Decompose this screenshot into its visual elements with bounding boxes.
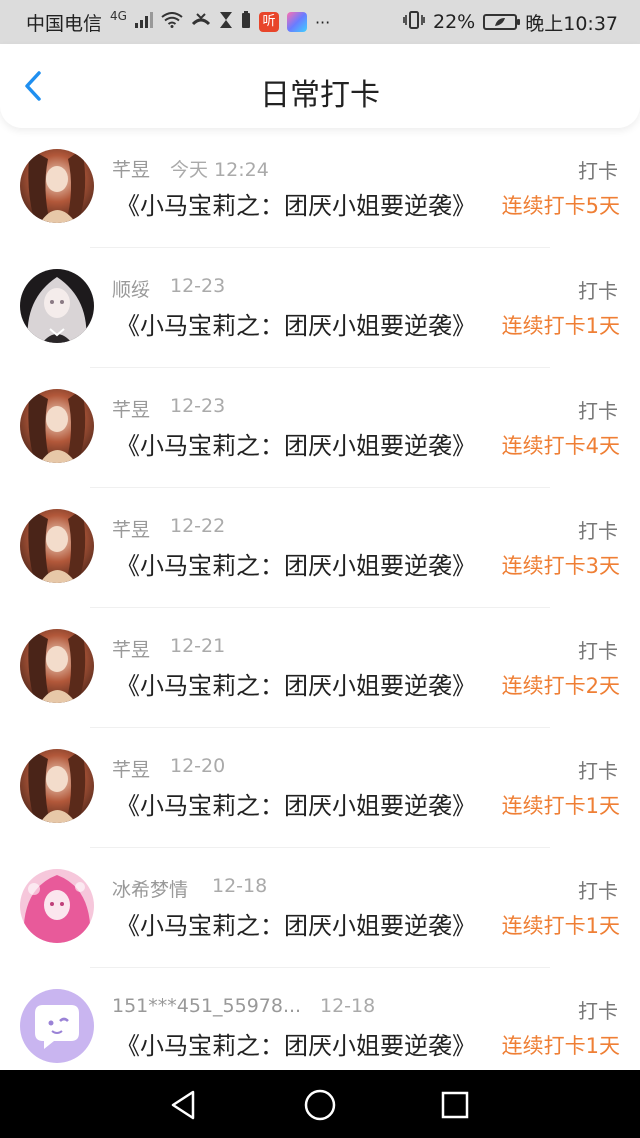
battery-saver-icon	[241, 11, 251, 33]
username[interactable]: 芊昱	[112, 755, 150, 782]
timestamp: 12-23	[170, 275, 226, 297]
action-label: 打卡	[578, 759, 618, 783]
list-item[interactable]: 芊昱 12-23 《小马宝莉之：团厌小姐要逆袭》 打卡 连续打卡4天	[0, 368, 640, 488]
timestamp: 12-21	[170, 635, 226, 657]
action-label: 打卡	[578, 999, 618, 1023]
list-item[interactable]: 芊昱 今天 12:24 《小马宝莉之：团厌小姐要逆袭》 打卡 连续打卡5天	[0, 128, 640, 248]
username[interactable]: 顺绥	[112, 275, 150, 302]
timestamp: 12-20	[170, 755, 226, 777]
streak-label: 连续打卡1天	[501, 1034, 620, 1058]
avatar[interactable]	[20, 749, 94, 823]
status-bar: 中国电信 4G 听 ··· 22% 晚上10:37	[0, 0, 640, 44]
list-item[interactable]: 冰希梦情 12-18 《小马宝莉之：团厌小姐要逆袭》 打卡 连续打卡1天	[0, 848, 640, 968]
book-title[interactable]: 《小马宝莉之：团厌小姐要逆袭》	[116, 546, 476, 581]
recents-square-icon	[441, 1091, 469, 1119]
timestamp: 12-18	[320, 995, 376, 1017]
nav-home-button[interactable]	[303, 1088, 337, 1122]
list-item[interactable]: 芊昱 12-21 《小马宝莉之：团厌小姐要逆袭》 打卡 连续打卡2天	[0, 608, 640, 728]
carrier-label: 中国电信	[26, 12, 103, 35]
battery-percent: 22%	[433, 11, 476, 33]
avatar[interactable]	[20, 389, 94, 463]
action-label: 打卡	[578, 519, 618, 543]
username[interactable]: 芊昱	[112, 515, 150, 542]
battery-icon	[483, 14, 521, 30]
app-notification-icon	[286, 12, 307, 32]
avatar[interactable]	[20, 629, 94, 703]
missed-call-icon	[191, 12, 211, 32]
timestamp: 今天 12:24	[170, 159, 269, 181]
action-label: 打卡	[578, 279, 618, 303]
avatar[interactable]	[20, 149, 94, 223]
status-right: 22% 晚上10:37	[403, 9, 618, 36]
username[interactable]: 芊昱	[112, 395, 150, 422]
list-item[interactable]: 芊昱 12-22 《小马宝莉之：团厌小姐要逆袭》 打卡 连续打卡3天	[0, 488, 640, 608]
book-title[interactable]: 《小马宝莉之：团厌小姐要逆袭》	[116, 786, 476, 821]
timestamp: 12-23	[170, 395, 226, 417]
page-title: 日常打卡	[260, 78, 380, 113]
listen-app-icon: 听	[258, 12, 279, 32]
book-title[interactable]: 《小马宝莉之：团厌小姐要逆袭》	[116, 426, 476, 461]
page-header: 日常打卡	[0, 44, 640, 128]
clock: 晚上10:37	[525, 12, 618, 35]
book-title[interactable]: 《小马宝莉之：团厌小姐要逆袭》	[116, 666, 476, 701]
list-item[interactable]: 顺绥 12-23 《小马宝莉之：团厌小姐要逆袭》 打卡 连续打卡1天	[0, 248, 640, 368]
signal-icon: 4G	[110, 9, 127, 23]
timestamp: 12-22	[170, 515, 226, 537]
username[interactable]: 芊昱	[112, 155, 150, 182]
action-label: 打卡	[578, 879, 618, 903]
home-circle-icon	[304, 1089, 336, 1121]
wifi-icon	[161, 12, 183, 32]
streak-label: 连续打卡3天	[501, 554, 620, 578]
avatar[interactable]	[20, 509, 94, 583]
vibrate-icon	[403, 11, 425, 33]
book-title[interactable]: 《小马宝莉之：团厌小姐要逆袭》	[116, 186, 476, 221]
more-notifications: ···	[314, 12, 331, 32]
action-label: 打卡	[578, 639, 618, 663]
list-item[interactable]: 芊昱 12-20 《小马宝莉之：团厌小姐要逆袭》 打卡 连续打卡1天	[0, 728, 640, 848]
streak-label: 连续打卡5天	[501, 194, 620, 218]
timestamp: 12-18	[212, 875, 268, 897]
nav-recents-button[interactable]	[438, 1088, 472, 1122]
username[interactable]: 芊昱	[112, 635, 150, 662]
list-item[interactable]: 151***451_55978... 12-18 《小马宝莉之：团厌小姐要逆袭》…	[0, 968, 640, 1070]
status-left: 中国电信 4G 听 ···	[26, 9, 330, 36]
system-nav-bar	[0, 1070, 640, 1138]
username[interactable]: 冰希梦情	[112, 875, 188, 902]
avatar[interactable]	[20, 989, 94, 1063]
nav-back-button[interactable]	[166, 1088, 200, 1122]
streak-label: 连续打卡1天	[501, 314, 620, 338]
action-label: 打卡	[578, 159, 618, 183]
back-triangle-icon	[171, 1090, 195, 1120]
hourglass-icon	[219, 11, 233, 33]
avatar[interactable]	[20, 269, 94, 343]
streak-label: 连续打卡4天	[501, 434, 620, 458]
avatar[interactable]	[20, 869, 94, 943]
book-title[interactable]: 《小马宝莉之：团厌小姐要逆袭》	[116, 906, 476, 941]
username[interactable]: 151***451_55978...	[112, 995, 301, 1017]
streak-label: 连续打卡2天	[501, 674, 620, 698]
streak-label: 连续打卡1天	[501, 794, 620, 818]
book-title[interactable]: 《小马宝莉之：团厌小姐要逆袭》	[116, 306, 476, 341]
signal-bars-icon	[134, 12, 153, 32]
checkin-list: 芊昱 今天 12:24 《小马宝莉之：团厌小姐要逆袭》 打卡 连续打卡5天 顺绥…	[0, 128, 640, 1070]
streak-label: 连续打卡1天	[501, 914, 620, 938]
book-title[interactable]: 《小马宝莉之：团厌小姐要逆袭》	[116, 1026, 476, 1061]
action-label: 打卡	[578, 399, 618, 423]
